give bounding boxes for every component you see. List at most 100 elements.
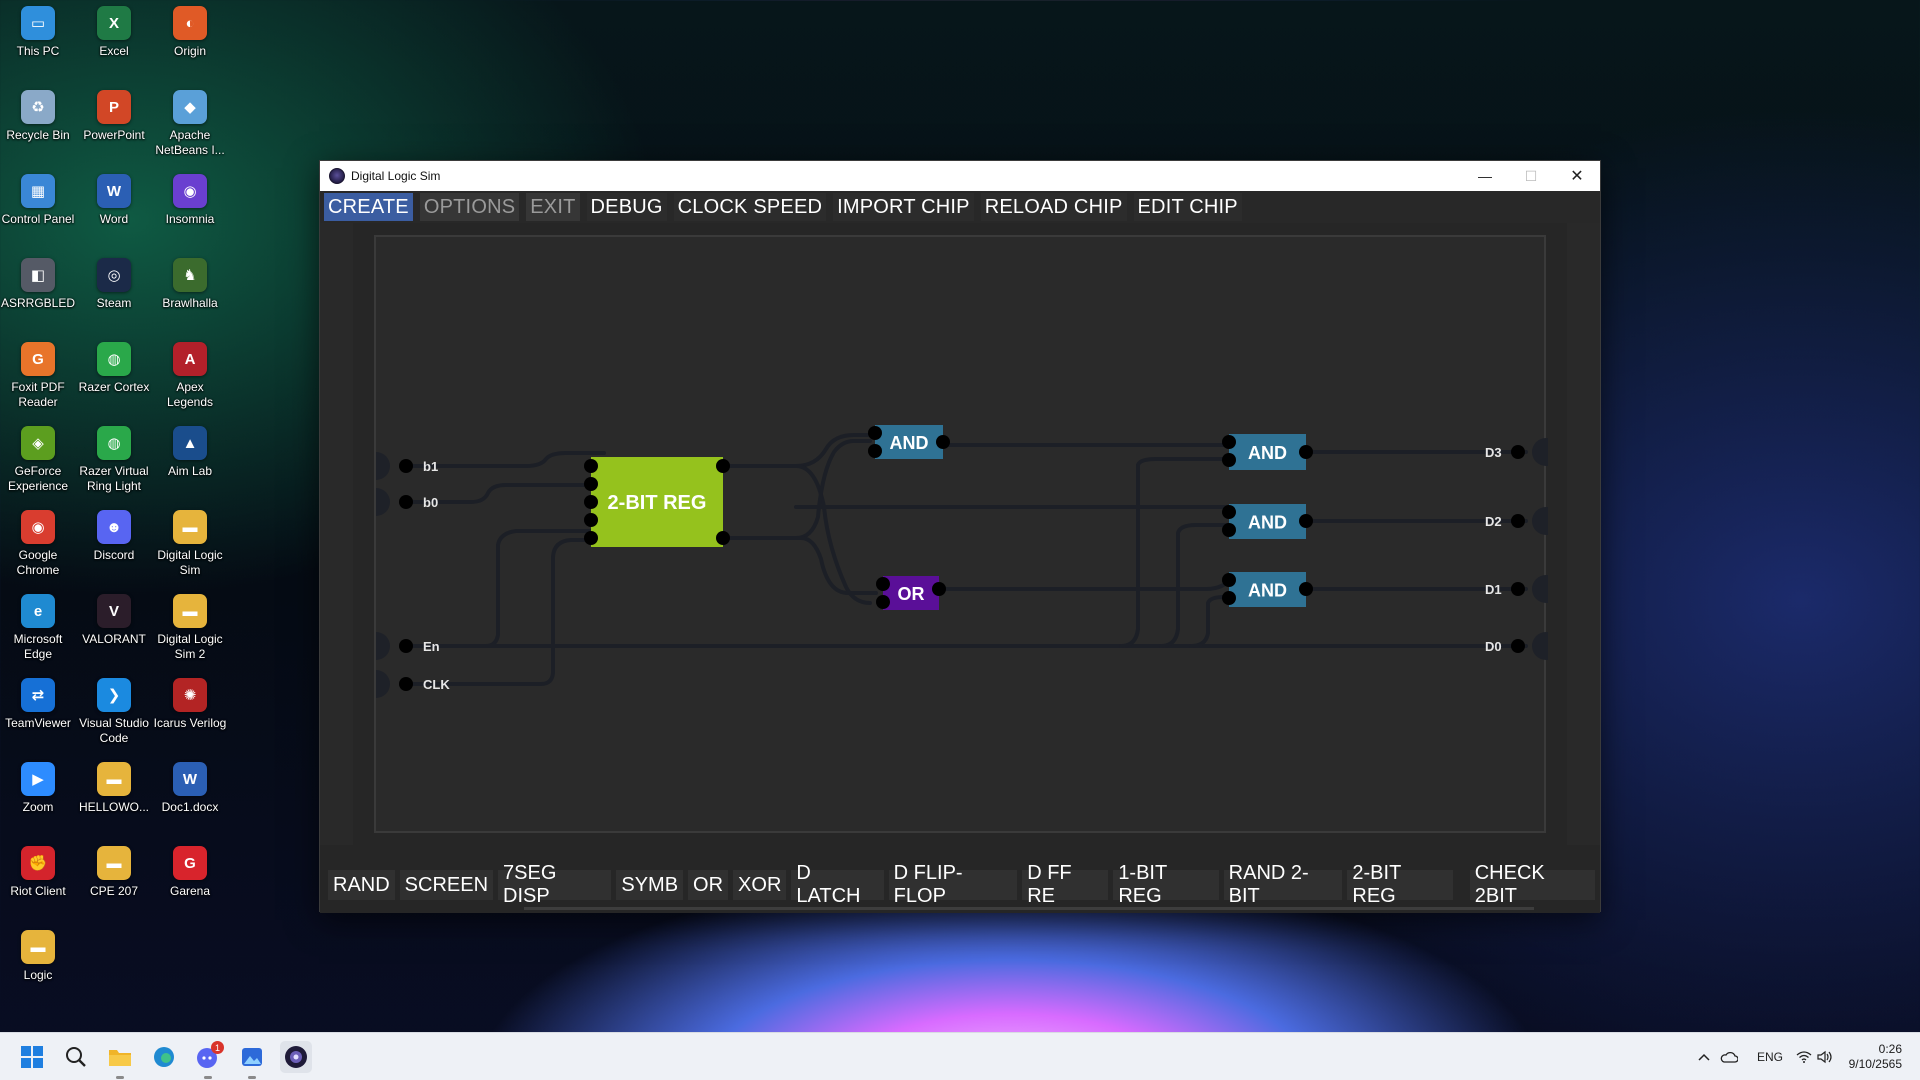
system-clock[interactable]: 0:26 9/10/2565 [1849, 1042, 1902, 1072]
input-en-pin[interactable] [399, 639, 413, 653]
chip-output-pin[interactable] [1299, 514, 1313, 528]
start-button[interactable] [16, 1041, 48, 1073]
chip-2-bit-reg-button[interactable]: 2-BIT REG [1347, 862, 1453, 907]
input-b1-toggle[interactable] [376, 452, 390, 480]
desktop-icon-logic[interactable]: ▬ Logic [0, 930, 76, 983]
wire[interactable] [404, 529, 606, 648]
wire[interactable] [720, 433, 872, 468]
chip-input-pin[interactable] [584, 531, 598, 545]
chip-symb-button[interactable]: SYMB [616, 870, 684, 900]
desktop-icon-control-panel[interactable]: ▦ Control Panel [0, 174, 76, 227]
chip-xor-button[interactable]: XOR [733, 870, 787, 900]
desktop-icon-visual-studio-code[interactable]: ❯ Visual Studio Code [76, 678, 152, 746]
chip-1-bit-reg-button[interactable]: 1-BIT REG [1113, 862, 1219, 907]
chip-7seg-disp-button[interactable]: 7SEG DISP [498, 862, 612, 907]
chip-input-pin[interactable] [1222, 453, 1236, 467]
chip-d-flip-flop-button[interactable]: D FLIP-FLOP [888, 862, 1018, 907]
desktop-icon-geforce-experience[interactable]: ◈ GeForce Experience [0, 426, 76, 494]
desktop-icon-razer-cortex[interactable]: ◍ Razer Cortex [76, 342, 152, 395]
input-rail[interactable] [320, 223, 353, 845]
wire[interactable] [404, 538, 606, 686]
wire[interactable] [1119, 457, 1249, 648]
title-bar[interactable]: Digital Logic Sim — ☐ ✕ [320, 161, 1600, 191]
desktop-icon-recycle-bin[interactable]: ♻ Recycle Bin [0, 90, 76, 143]
chip-rand-button[interactable]: RAND [328, 870, 395, 900]
chip-output-pin[interactable] [936, 435, 950, 449]
chip-input-pin[interactable] [584, 459, 598, 473]
menu-exit-button[interactable]: EXIT [526, 193, 580, 221]
desktop-icon-icarus-verilog[interactable]: ✺ Icarus Verilog [152, 678, 228, 731]
desktop-icon-google-chrome[interactable]: ◉ Google Chrome [0, 510, 76, 578]
menu-reload-chip-button[interactable]: RELOAD CHIP [980, 193, 1127, 221]
desktop-icon-microsoft-edge[interactable]: e Microsoft Edge [0, 594, 76, 662]
desktop-icon-cpe-207[interactable]: ▬ CPE 207 [76, 846, 152, 899]
input-b0-pin[interactable] [399, 495, 413, 509]
chip-input-pin[interactable] [876, 577, 890, 591]
desktop-icon-powerpoint[interactable]: P PowerPoint [76, 90, 152, 143]
desktop-icon-excel[interactable]: X Excel [76, 6, 152, 59]
desktop-icon-asrrgbled[interactable]: ◧ ASRRGBLED [0, 258, 76, 311]
minimize-button[interactable]: — [1462, 161, 1508, 191]
wifi-icon[interactable] [1796, 1033, 1812, 1080]
desktop-icon-garena[interactable]: G Garena [152, 846, 228, 899]
menu-import-chip-button[interactable]: IMPORT CHIP [833, 193, 974, 221]
chip-input-pin[interactable] [1222, 435, 1236, 449]
language-indicator[interactable]: ENG [1757, 1033, 1783, 1080]
close-button[interactable]: ✕ [1554, 161, 1600, 191]
chip-d-latch-button[interactable]: D LATCH [791, 862, 884, 907]
desktop-icon-apex-legends[interactable]: A Apex Legends [152, 342, 228, 410]
output-d0-pin[interactable] [1511, 639, 1525, 653]
chip-input-pin[interactable] [584, 495, 598, 509]
desktop-icon-steam[interactable]: ◎ Steam [76, 258, 152, 311]
chip-input-pin[interactable] [876, 595, 890, 609]
chip-or-button[interactable]: OR [688, 870, 729, 900]
menu-clock-speed-button[interactable]: CLOCK SPEED [673, 193, 827, 221]
wire[interactable] [720, 536, 878, 595]
wire[interactable] [936, 575, 1249, 591]
output-d2-pin[interactable] [1511, 514, 1525, 528]
search-button[interactable] [60, 1041, 92, 1073]
desktop-icon-apache-netbeans-i[interactable]: ◆ Apache NetBeans I... [152, 90, 228, 158]
taskbar-edge[interactable] [148, 1041, 180, 1073]
desktop-icon-word[interactable]: W Word [76, 174, 152, 227]
desktop-icon-zoom[interactable]: ▶ Zoom [0, 762, 76, 815]
taskbar-discord[interactable]: 1 [192, 1041, 224, 1079]
taskbar-digital-logic-sim[interactable] [280, 1041, 312, 1073]
desktop-icon-riot-client[interactable]: ✊ Riot Client [0, 846, 76, 899]
chip-rand-2-bit-button[interactable]: RAND 2-BIT [1223, 862, 1343, 907]
desktop-icon-teamviewer[interactable]: ⇄ TeamViewer [0, 678, 76, 731]
chip-input-pin[interactable] [1222, 573, 1236, 587]
chip-output-pin[interactable] [716, 531, 730, 545]
chip-bar-scrollbar[interactable] [524, 907, 1534, 910]
input-en-toggle[interactable] [376, 632, 390, 660]
menu-options-button[interactable]: OPTIONS [419, 193, 520, 221]
chip-output-pin[interactable] [1299, 445, 1313, 459]
input-clk-pin[interactable] [399, 677, 413, 691]
chip-screen-button[interactable]: SCREEN [399, 870, 494, 900]
desktop-icon-aim-lab[interactable]: ▲ Aim Lab [152, 426, 228, 479]
tray-chevron-icon[interactable] [1698, 1033, 1710, 1080]
menu-create-button[interactable]: CREATE [324, 193, 413, 221]
desktop-icon-this-pc[interactable]: ▭ This PC [0, 6, 76, 59]
desktop-icon-razer-virtual-ring-light[interactable]: ◍ Razer Virtual Ring Light [76, 426, 152, 494]
taskbar-file-explorer[interactable] [104, 1041, 136, 1079]
desktop-icon-brawlhalla[interactable]: ♞ Brawlhalla [152, 258, 228, 311]
circuit-board[interactable]: b1 b0 En CLK D3 D2 D1 D0 2-BIT REG AND OR AND AND AND [374, 235, 1548, 833]
desktop-icon-hellowo[interactable]: ▬ HELLOWO... [76, 762, 152, 815]
output-d1-pin[interactable] [1511, 582, 1525, 596]
desktop-icon-valorant[interactable]: V VALORANT [76, 594, 152, 647]
maximize-button[interactable]: ☐ [1508, 161, 1554, 191]
desktop-icon-digital-logic-sim[interactable]: ▬ Digital Logic Sim [152, 510, 228, 578]
wire[interactable] [794, 505, 1249, 511]
chip-input-pin[interactable] [868, 426, 882, 440]
desktop-icon-insomnia[interactable]: ◉ Insomnia [152, 174, 228, 227]
volume-icon[interactable] [1816, 1033, 1832, 1080]
chip-check-2bit-button[interactable]: CHECK 2BIT [1469, 862, 1596, 907]
chip-input-pin[interactable] [1222, 505, 1236, 519]
input-clk-toggle[interactable] [376, 670, 390, 698]
desktop-icon-doc1-docx[interactable]: W Doc1.docx [152, 762, 228, 815]
menu-debug-button[interactable]: DEBUG [586, 193, 667, 221]
chip-d-ff-re-button[interactable]: D FF RE [1022, 862, 1109, 907]
desktop-icon-digital-logic-sim-2[interactable]: ▬ Digital Logic Sim 2 [152, 594, 228, 662]
desktop-icon-origin[interactable]: ◐ Origin [152, 6, 228, 59]
